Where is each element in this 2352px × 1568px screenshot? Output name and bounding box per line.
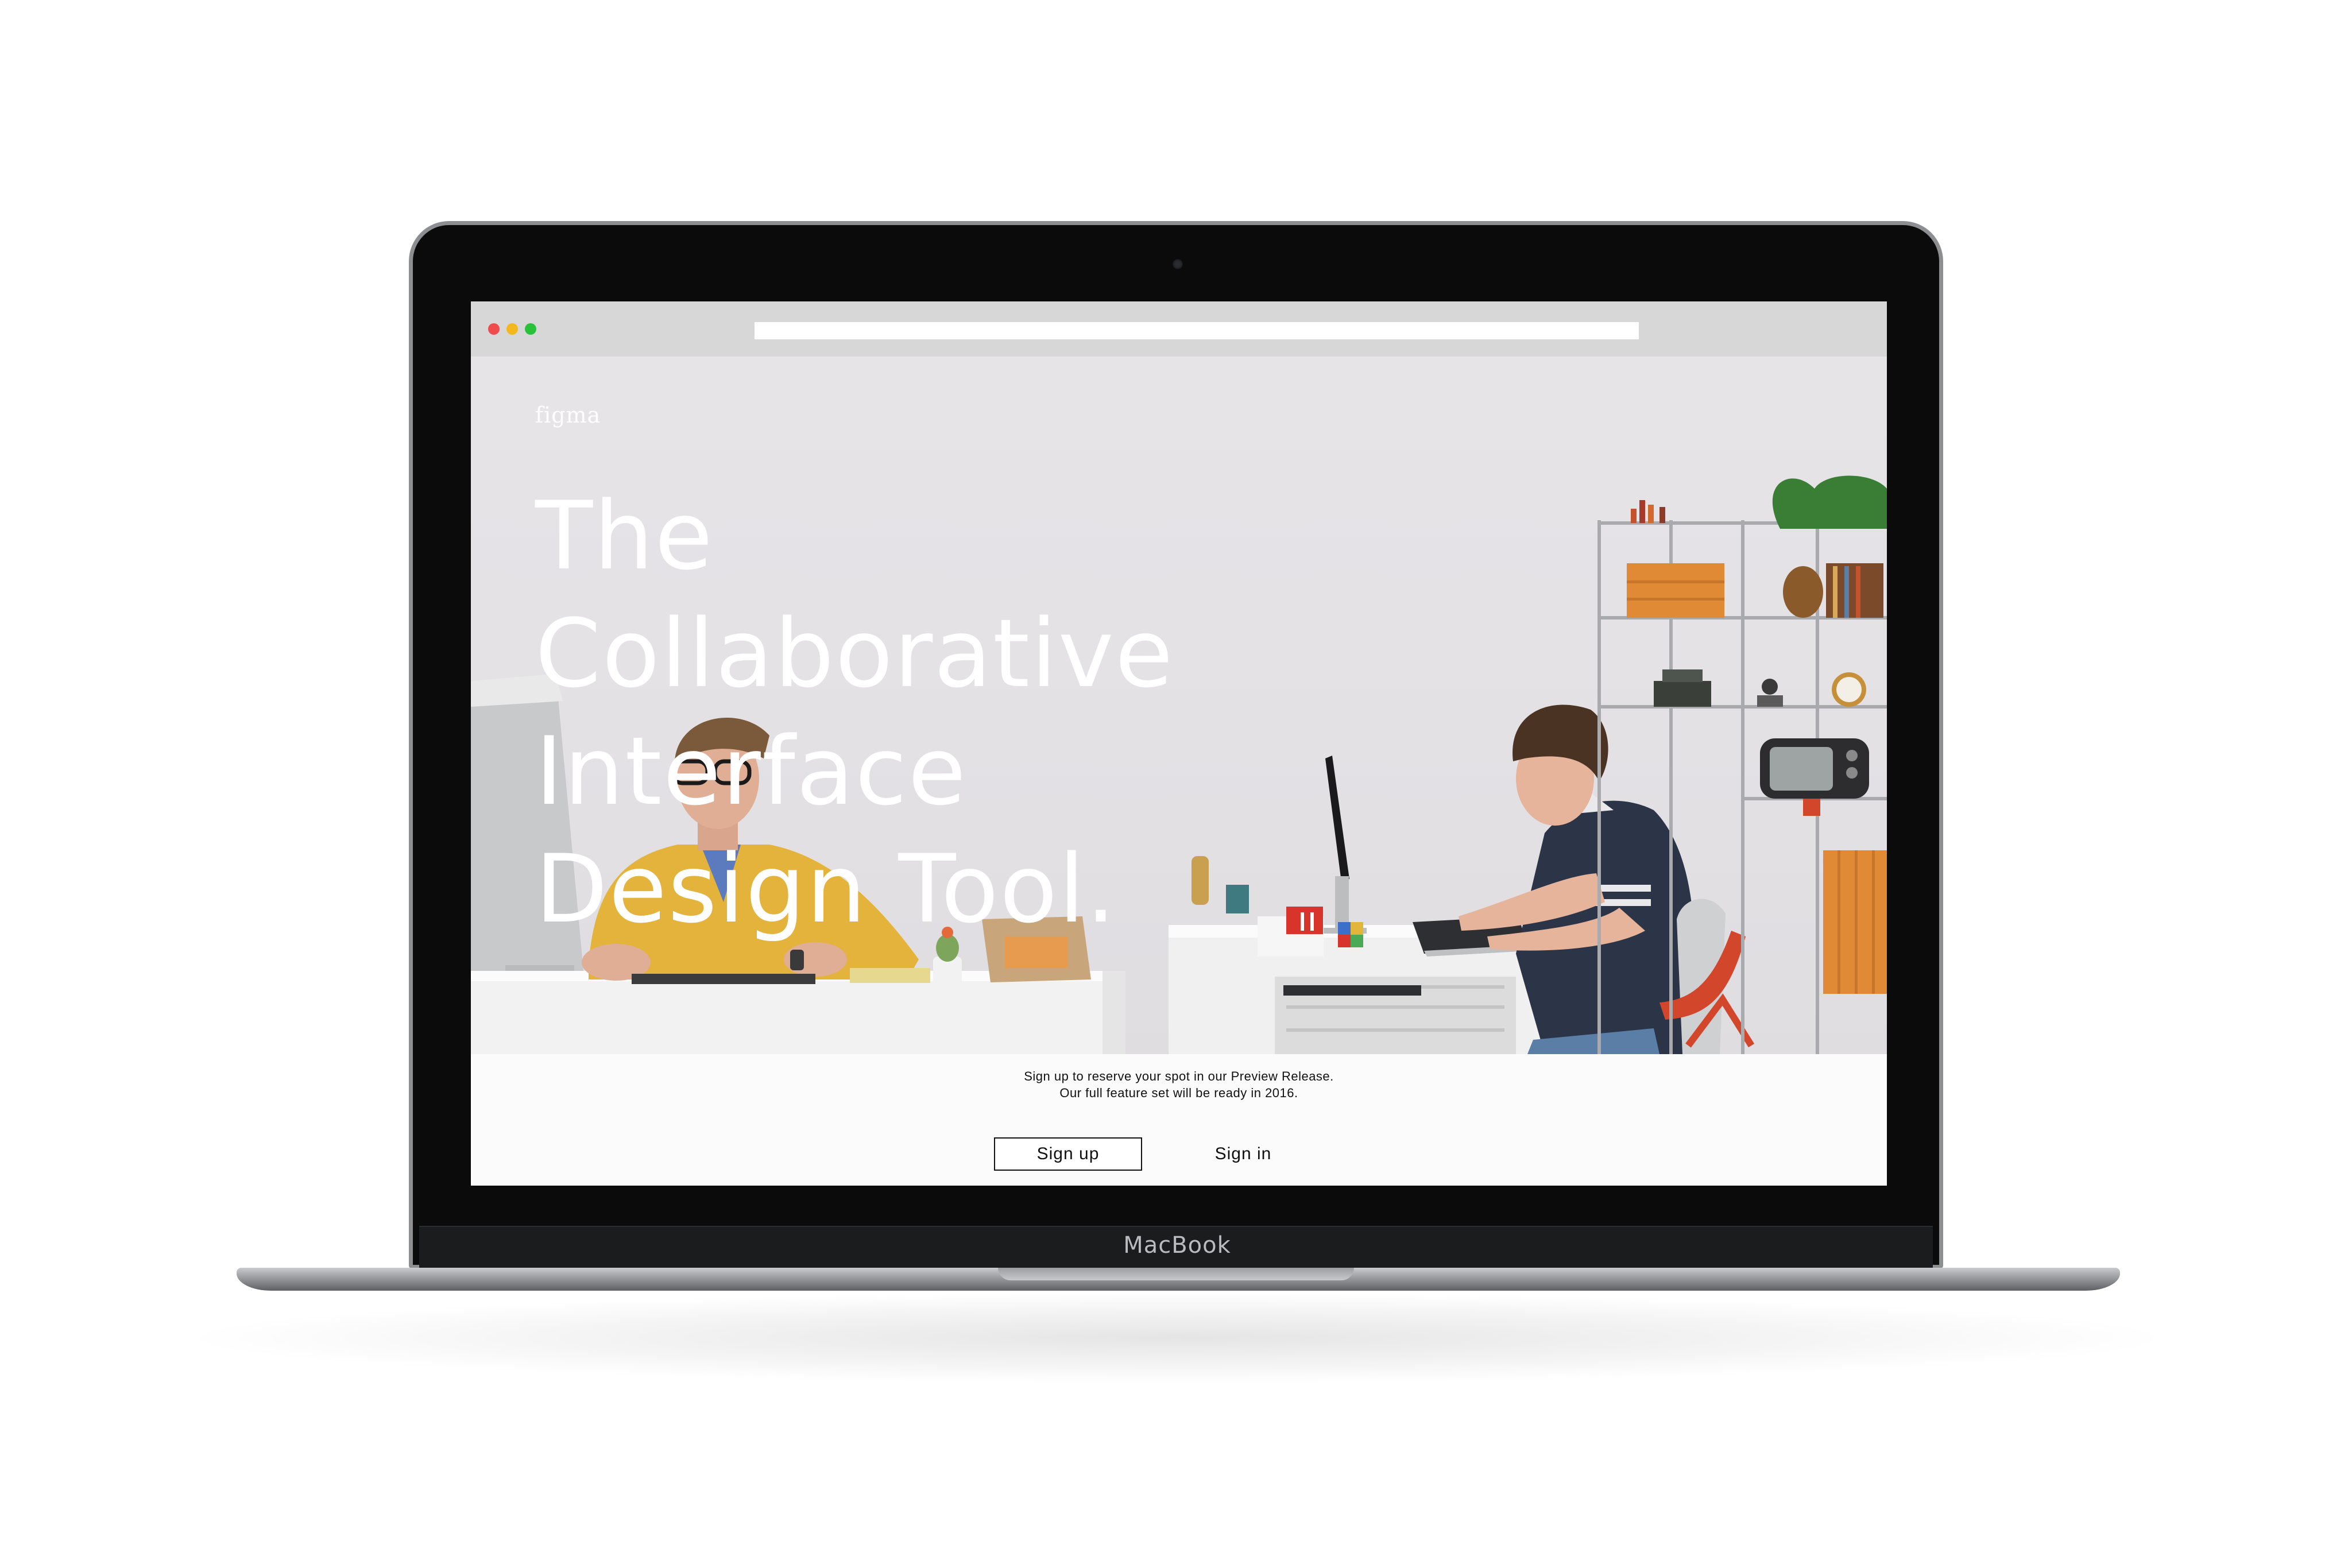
sign-in-link[interactable]: Sign in [1200,1137,1286,1171]
laptop-shadow [172,1292,2182,1384]
stage: figma The Collaborative Interface Design… [0,0,2352,1568]
webcam-icon [1173,259,1183,269]
address-bar[interactable] [755,322,1639,339]
close-window-icon[interactable] [488,323,500,335]
headline-line: Interface [535,717,968,826]
browser-screen: figma The Collaborative Interface Design… [471,301,1887,1186]
laptop-opening-notch [998,1268,1354,1280]
zoom-window-icon[interactable] [525,323,536,335]
feature-set-text: Our full feature set will be ready in 20… [1059,1086,1298,1100]
preview-release-text: Sign up to reserve your spot in our Prev… [1024,1069,1334,1083]
sign-up-button[interactable]: Sign up [994,1137,1142,1171]
minimize-window-icon[interactable] [506,323,518,335]
signup-section: Sign up to reserve your spot in our Prev… [471,1054,1887,1186]
headline-line: Design Tool. [535,834,1117,944]
headline-line: The [535,481,714,591]
figma-logo[interactable]: figma [535,402,601,428]
browser-toolbar [471,301,1887,357]
hero-headline: The Collaborative Interface Design Tool. [535,477,1174,948]
macbook-label: MacBook [1123,1232,1231,1259]
hero-section: figma The Collaborative Interface Design… [471,357,1887,1054]
headline-line: Collaborative [535,599,1174,708]
